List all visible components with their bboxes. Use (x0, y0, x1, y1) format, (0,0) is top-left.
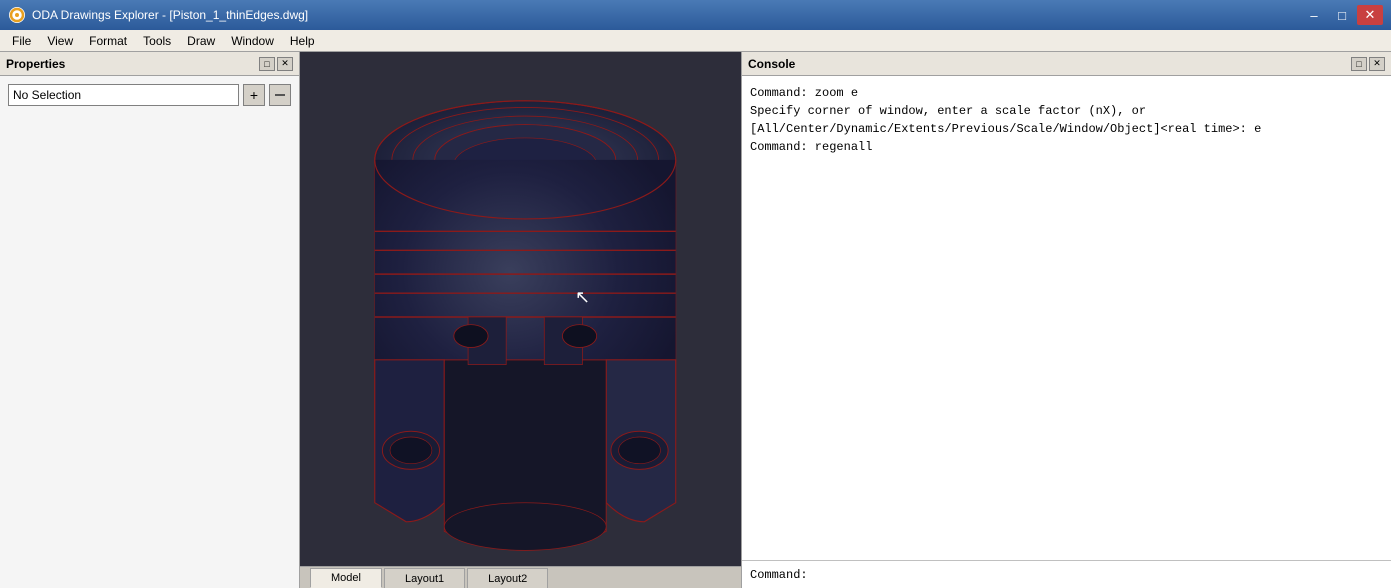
tabs-bar: Model Layout1 Layout2 (300, 566, 741, 588)
window-title: ODA Drawings Explorer - [Piston_1_thinEd… (32, 8, 1301, 22)
properties-close-button[interactable]: ✕ (277, 57, 293, 71)
title-bar: ODA Drawings Explorer - [Piston_1_thinEd… (0, 0, 1391, 30)
menu-draw[interactable]: Draw (179, 32, 223, 50)
menu-help[interactable]: Help (282, 32, 323, 50)
console-line-3: [All/Center/Dynamic/Extents/Previous/Sca… (750, 120, 1383, 138)
command-input[interactable] (812, 568, 1383, 582)
menu-window[interactable]: Window (223, 32, 282, 50)
console-title: Console (748, 57, 795, 71)
selection-dropdown-wrapper: No Selection (8, 84, 239, 106)
app-content: Properties □ ✕ No Selection + (0, 52, 1391, 588)
tab-model[interactable]: Model (310, 568, 382, 588)
properties-float-button[interactable]: □ (259, 57, 275, 71)
menu-tools[interactable]: Tools (135, 32, 179, 50)
viewport-canvas[interactable]: ↖ (300, 52, 741, 566)
console-header: Console □ ✕ (742, 52, 1391, 76)
console-line-2: Specify corner of window, enter a scale … (750, 102, 1383, 120)
console-float-button[interactable]: □ (1351, 57, 1367, 71)
console-line-1: Command: zoom e (750, 84, 1383, 102)
console-panel: Console □ ✕ Command: zoom e Specify corn… (741, 52, 1391, 588)
console-line-4: Command: regenall (750, 138, 1383, 156)
properties-panel-title: Properties (6, 57, 65, 71)
tab-layout1[interactable]: Layout1 (384, 568, 465, 588)
command-prompt: Command: (750, 568, 808, 582)
maximize-button[interactable]: □ (1329, 5, 1355, 25)
minimize-button[interactable]: – (1301, 5, 1327, 25)
menu-bar: File View Format Tools Draw Window Help (0, 30, 1391, 52)
menu-view[interactable]: View (39, 32, 81, 50)
app-logo (8, 6, 26, 24)
tab-layout2[interactable]: Layout2 (467, 568, 548, 588)
console-footer[interactable]: Command: (742, 560, 1391, 588)
menu-file[interactable]: File (4, 32, 39, 50)
selection-dropdown[interactable]: No Selection (8, 84, 239, 106)
properties-panel: Properties □ ✕ No Selection + (0, 52, 300, 588)
properties-body: No Selection + (0, 76, 299, 114)
title-bar-controls: – □ ✕ (1301, 5, 1383, 25)
remove-icon (274, 89, 286, 101)
console-controls: □ ✕ (1351, 57, 1385, 71)
close-button[interactable]: ✕ (1357, 5, 1383, 25)
console-body: Command: zoom e Specify corner of window… (742, 76, 1391, 560)
viewport-area[interactable]: ↖ Model Layout1 Layout2 (300, 52, 741, 588)
properties-panel-header: Properties □ ✕ (0, 52, 299, 76)
remove-property-button[interactable] (269, 84, 291, 106)
add-property-button[interactable]: + (243, 84, 265, 106)
properties-panel-controls: □ ✕ (259, 57, 293, 71)
menu-format[interactable]: Format (81, 32, 135, 50)
console-close-button[interactable]: ✕ (1369, 57, 1385, 71)
